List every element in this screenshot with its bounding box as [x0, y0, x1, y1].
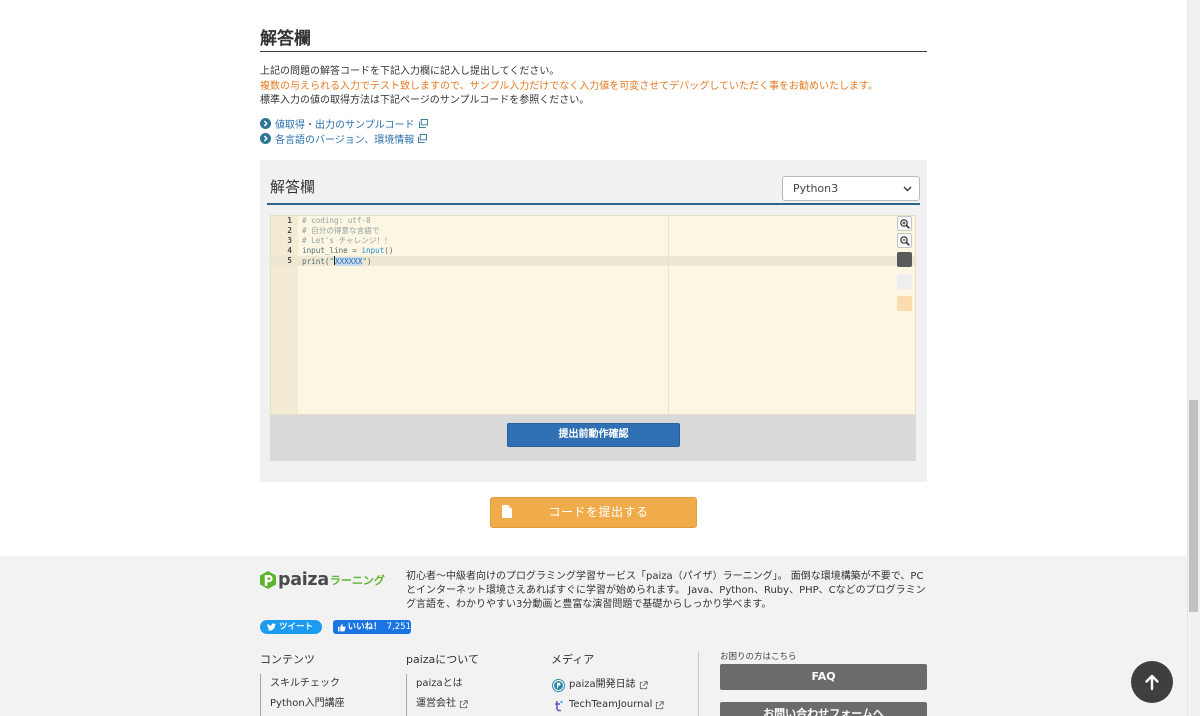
tech-team-journal-icon [555, 700, 563, 711]
line-number: 3 [287, 236, 292, 245]
footer-link-company[interactable]: 運営会社 [416, 697, 468, 711]
like-label: いいね！ [347, 622, 382, 632]
link-language-versions[interactable]: 各言語のバージョン、環境情報 [260, 131, 428, 146]
paiza-learning-logo[interactable]: paiza ラーニング [260, 570, 385, 590]
code-token: # coding: utf-8 [302, 216, 371, 225]
help-caption: お困りの方はこちら [720, 652, 797, 662]
footer-link-label: TechTeamJournal [569, 699, 653, 710]
logo-wordmark: paiza [278, 570, 329, 590]
submit-code-button[interactable]: コードを提出する [490, 497, 697, 528]
footer-link-label: paiza開発日誌 [569, 679, 636, 690]
code-token: # 自分の得意な言語で [302, 226, 380, 235]
scrollbar-thumb[interactable] [1189, 400, 1198, 612]
external-link-icon [639, 680, 648, 689]
site-footer: paiza ラーニング 初心者〜中級者向けのプログラミング学習サービス「paiz… [0, 556, 1187, 716]
footer-column-rule [260, 674, 261, 716]
editor-action-bar: 提出前動作確認 [270, 415, 916, 461]
section-title-rule [260, 51, 927, 52]
instruction-submit-note: 上記の問題の解答コードを下記入力欄に記入し提出してください。 [260, 66, 560, 77]
footer-link-dev-blog[interactable]: paiza開発日誌 [552, 678, 648, 692]
instruction-test-warning: 複数の与えられる入力でテスト致しますので、サンプル入力だけでなく入力値を可変させ… [260, 81, 878, 92]
document-icon [502, 505, 512, 518]
code-text: # coding: utf-8 [302, 216, 371, 226]
section-title: 解答欄 [260, 29, 311, 49]
footer-heading-contents: コンテンツ [260, 653, 315, 666]
footer-link-skill-check[interactable]: スキルチェック [270, 677, 340, 691]
footer-description: 初心者〜中級者向けのプログラミング学習サービス「paiza（パイザ）ラーニング」… [406, 571, 926, 610]
zoom-in-icon [900, 219, 910, 229]
code-token: input [361, 246, 385, 255]
like-count: 7,251 [386, 622, 411, 632]
faq-button[interactable]: FAQ [720, 664, 927, 690]
link-label: 各言語のバージョン、環境情報 [275, 134, 415, 146]
language-select[interactable]: Python3 [782, 176, 920, 201]
footer-link-about-paiza[interactable]: paizaとは [416, 677, 463, 691]
facebook-like-button[interactable]: いいね！ 7,251 [333, 620, 411, 634]
tweet-label: ツイート [279, 622, 314, 632]
code-token: # Let's チャレンジ！！ [302, 236, 392, 245]
line-number: 4 [287, 246, 292, 255]
editor-panel-title: 解答欄 [270, 178, 316, 196]
external-window-icon [418, 133, 428, 143]
theme-swatch-light[interactable] [897, 274, 912, 289]
footer-link-label: Python入門講座 [270, 698, 345, 709]
code-text: input_line = input() [302, 246, 393, 256]
footer-link-label: paizaとは [416, 678, 463, 689]
circle-arrow-right-icon [260, 117, 271, 129]
line-number: 2 [287, 226, 292, 235]
language-select-value: Python3 [793, 182, 839, 195]
footer-column-rule [406, 674, 407, 716]
circle-arrow-right-icon [260, 132, 271, 144]
external-window-icon [418, 118, 428, 128]
selected-code-token: XXXXXX [335, 257, 363, 266]
scroll-to-top-button[interactable] [1131, 661, 1173, 703]
contact-form-button[interactable]: お問い合わせフォームへ [720, 702, 927, 716]
contact-form-label: お問い合わせフォームへ [763, 707, 884, 716]
external-link-icon [459, 699, 468, 708]
code-token: print( [302, 257, 330, 266]
chevron-down-icon [903, 186, 912, 192]
code-token: () [384, 246, 394, 255]
footer-link-tech-team-journal[interactable]: TechTeamJournal [552, 698, 665, 712]
footer-heading-media: メディア [551, 653, 595, 666]
thumbs-up-icon [338, 623, 346, 631]
code-line: 1 # coding: utf-8 [271, 216, 871, 226]
pre-submit-check-button[interactable]: 提出前動作確認 [507, 423, 680, 447]
theme-swatch-solarized[interactable] [897, 296, 912, 311]
footer-vertical-divider [698, 652, 699, 716]
footer-link-label: スキルチェック [270, 678, 340, 689]
line-number: 5 [287, 256, 292, 265]
editor-panel-header-rule [267, 203, 920, 205]
code-text: print("XXXXXX") [302, 256, 372, 267]
paiza-logo-icon [260, 571, 276, 589]
answer-editor-panel: 解答欄 Python3 1 # coding: utf-8 2 # 自分の得意な言語… [260, 160, 927, 482]
code-token: input_line = [302, 246, 362, 255]
zoom-out-button[interactable] [897, 233, 912, 248]
code-text: # 自分の得意な言語で [302, 226, 380, 236]
zoom-out-icon [900, 236, 910, 246]
code-line: 4 input_line = input() [271, 246, 871, 256]
link-label: 値取得・出力のサンプルコード [275, 119, 415, 131]
twitter-bird-icon [267, 623, 276, 631]
external-link-icon [656, 700, 665, 709]
footer-link-python-course[interactable]: Python入門講座 [270, 697, 345, 711]
code-editor[interactable]: 1 # coding: utf-8 2 # 自分の得意な言語で 3 # Let's チ… [270, 215, 916, 415]
footer-heading-about: paizaについて [406, 653, 479, 666]
line-number: 1 [287, 216, 292, 225]
submit-code-label: コードを提出する [548, 505, 649, 519]
code-line: 5 print("XXXXXX") [271, 256, 871, 266]
footer-link-label: 運営会社 [416, 698, 456, 709]
zoom-in-button[interactable] [897, 216, 912, 231]
theme-swatch-dark[interactable] [897, 252, 912, 267]
code-token: ) [367, 257, 372, 266]
link-sample-code[interactable]: 値取得・出力のサンプルコード [260, 116, 428, 131]
code-line: 2 # 自分の得意な言語で [271, 226, 871, 236]
code-text: # Let's チャレンジ！！ [302, 236, 392, 246]
logo-tagline: ラーニング [329, 574, 385, 587]
code-line: 3 # Let's チャレンジ！！ [271, 236, 871, 246]
arrow-up-icon [1145, 674, 1159, 691]
paiza-blog-icon [552, 678, 565, 692]
tweet-button[interactable]: ツイート [260, 620, 322, 634]
instruction-stdin-note: 標準入力の値の取得方法は下記ページのサンプルコードを参照ください。 [260, 95, 590, 106]
